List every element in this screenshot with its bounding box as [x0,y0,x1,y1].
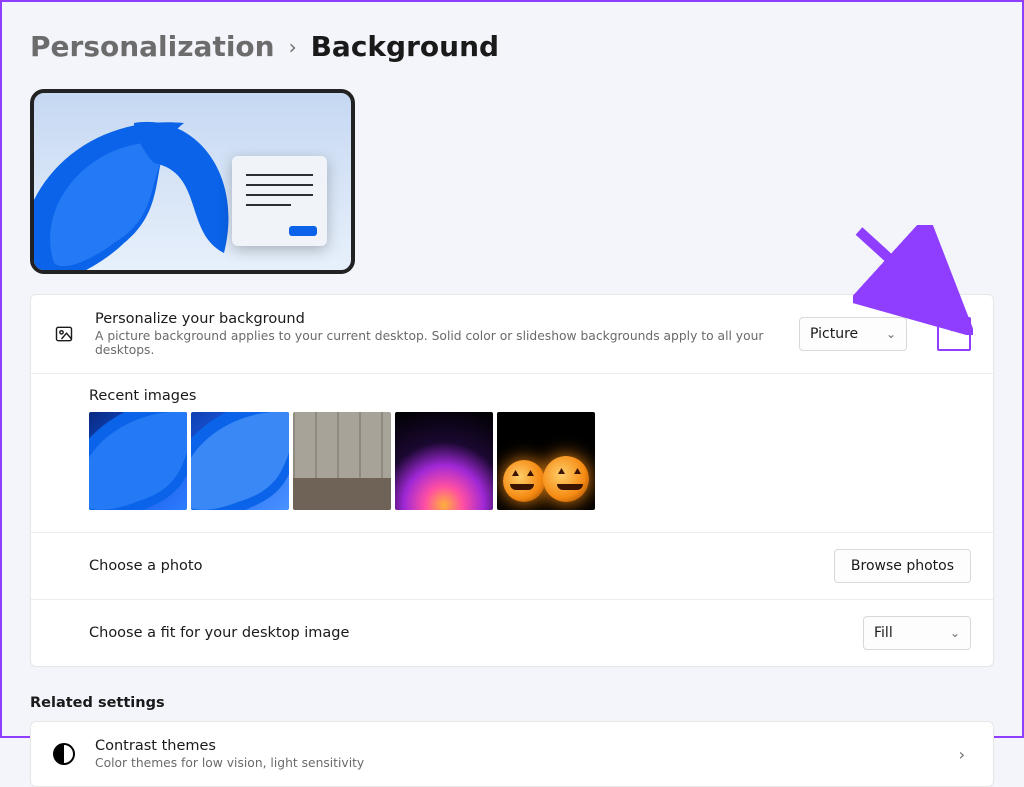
related-settings-card: Contrast themes Color themes for low vis… [30,721,994,787]
contrast-subtitle: Color themes for low vision, light sensi… [95,756,933,770]
preview-window-icon [232,156,327,246]
choose-fit-row: Choose a fit for your desktop image Fill… [31,600,993,666]
recent-image-thumb[interactable] [497,412,595,510]
personalize-background-row: Personalize your background A picture ba… [31,295,993,374]
related-settings-heading: Related settings [30,695,994,711]
contrast-title: Contrast themes [95,738,933,754]
browse-photos-button[interactable]: Browse photos [834,549,971,583]
chevron-right-icon: › [289,35,297,59]
breadcrumb-current: Background [311,30,499,63]
choose-photo-row: Choose a photo Browse photos [31,533,993,600]
recent-images-label: Recent images [89,388,971,404]
chevron-up-icon: ⌃ [948,326,960,342]
breadcrumb-parent[interactable]: Personalization [30,30,275,63]
chevron-down-icon: ⌄ [950,626,960,640]
recent-images-list [89,412,971,510]
recent-image-thumb[interactable] [395,412,493,510]
expand-collapse-button[interactable]: ⌃ [937,317,971,351]
recent-image-thumb[interactable] [89,412,187,510]
background-type-select[interactable]: Picture ⌄ [799,317,907,351]
personalize-title: Personalize your background [95,311,779,327]
recent-image-thumb[interactable] [293,412,391,510]
fit-select[interactable]: Fill ⌄ [863,616,971,650]
chevron-down-icon: ⌄ [886,327,896,341]
contrast-themes-row[interactable]: Contrast themes Color themes for low vis… [31,722,993,786]
background-settings-card: Personalize your background A picture ba… [30,294,994,667]
choose-fit-label: Choose a fit for your desktop image [89,625,843,641]
contrast-icon [53,743,75,765]
recent-images-section: Recent images [31,374,993,533]
recent-image-thumb[interactable] [191,412,289,510]
personalize-subtitle: A picture background applies to your cur… [95,329,779,357]
breadcrumb: Personalization › Background [30,30,994,63]
background-type-value: Picture [810,326,858,342]
choose-photo-label: Choose a photo [89,558,814,574]
chevron-right-icon: › [953,745,971,764]
picture-icon [53,323,75,345]
desktop-preview [30,89,355,274]
wallpaper-bloom-icon [30,89,254,274]
fit-select-value: Fill [874,625,893,641]
